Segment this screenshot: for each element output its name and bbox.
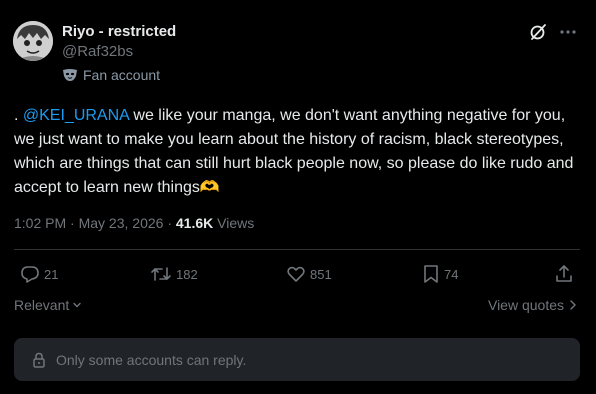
mention-link[interactable]: @KEI_URANA (23, 107, 129, 124)
repost-button[interactable]: 182 (150, 261, 198, 287)
manga-character-avatar-icon (13, 21, 53, 61)
like-count: 851 (310, 266, 332, 282)
sort-label: Relevant (14, 297, 70, 313)
reply-count: 21 (44, 266, 59, 282)
reply-button[interactable]: 21 (20, 261, 58, 287)
bookmark-count: 74 (444, 266, 459, 282)
meta-separator: · (167, 215, 172, 231)
like-button[interactable]: 851 (286, 261, 332, 287)
tweet-actions: 21 182 851 74 (14, 261, 580, 287)
bookmark-button[interactable]: 74 (422, 261, 458, 287)
meta-separator: · (70, 215, 75, 231)
views-label: Views (217, 215, 255, 231)
view-quotes-link[interactable]: View quotes (488, 297, 578, 313)
tweet-text: . @KEI_URANA we like your manga, we don'… (14, 104, 584, 200)
more-dots-icon (560, 30, 576, 34)
repost-icon (151, 267, 171, 281)
reply-icon (21, 266, 39, 283)
share-button[interactable] (554, 261, 574, 287)
heart-hands-emoji: 🫶 (199, 179, 220, 196)
tweet-date[interactable]: May 23, 2026 (79, 215, 164, 231)
sort-replies-dropdown[interactable]: Relevant (14, 297, 83, 313)
view-quotes-label: View quotes (487, 297, 564, 313)
avatar[interactable] (13, 21, 53, 61)
tweet-header-actions (528, 22, 578, 42)
reply-restriction-text: Only some accounts can reply. (56, 351, 247, 368)
repost-count: 182 (176, 266, 198, 282)
chevron-right-icon (570, 300, 576, 310)
heart-icon (287, 266, 305, 282)
author-handle[interactable]: @Raf32bs (62, 43, 133, 60)
views-count: 41.6K (175, 215, 214, 231)
grok-button[interactable] (528, 22, 548, 42)
reply-restriction-notice: Only some accounts can reply. (14, 338, 580, 381)
grok-icon (530, 24, 546, 40)
mask-icon (63, 69, 77, 81)
more-options-button[interactable] (558, 22, 578, 42)
tweet-meta: 1:02 PM · May 23, 2026 · 41.6K Views (14, 215, 254, 231)
lock-icon (33, 352, 45, 368)
author-display-name[interactable]: Riyo - restricted (62, 23, 176, 40)
share-icon (556, 265, 572, 282)
divider (14, 249, 580, 250)
chevron-down-icon (73, 302, 81, 308)
account-label-text: Fan account (83, 67, 161, 83)
account-label: Fan account (62, 67, 160, 83)
tweet-time[interactable]: 1:02 PM (14, 215, 66, 231)
bookmark-icon (424, 265, 438, 283)
tweet-prefix: . (14, 107, 23, 124)
